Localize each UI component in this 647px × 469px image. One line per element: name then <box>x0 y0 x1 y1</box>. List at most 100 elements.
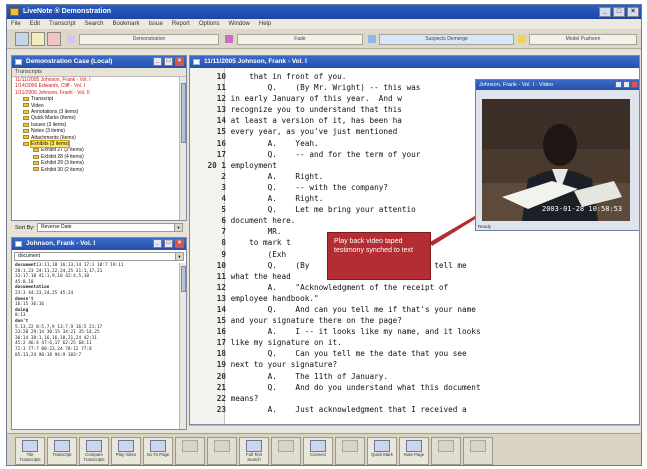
highlight-field[interactable]: Fade <box>237 34 363 45</box>
tab-transcripts[interactable]: Transcripts <box>12 68 186 77</box>
toolbar-icon <box>118 440 134 452</box>
transcript-line[interactable]: 5 Q. Let me bring your attentio <box>206 204 481 215</box>
line-number: 12 <box>216 94 226 104</box>
word-select[interactable]: document ▼ <box>14 252 184 261</box>
transcript-line[interactable]: 15 every year, as you've just mentioned <box>206 126 481 137</box>
transcript-line[interactable]: 2 A. Right. <box>206 171 481 182</box>
menu-edit[interactable]: Edit <box>30 19 40 29</box>
sort-row: Sort By: Reverse Date ▼ <box>11 221 187 235</box>
video-maximize-button[interactable] <box>623 81 630 88</box>
transcript-line[interactable]: 16 A. Yeah. <box>206 138 481 149</box>
video-minimize-button[interactable] <box>615 81 622 88</box>
maximize-button[interactable]: □ <box>613 7 625 17</box>
folder-icon[interactable] <box>31 32 45 46</box>
toolbar-button-label: Quick Mark <box>371 452 393 457</box>
word-list-scrollbar[interactable] <box>179 263 186 429</box>
issue-field[interactable]: Suspects Demerge <box>379 34 514 45</box>
panel-minimize-button[interactable]: _ <box>153 57 162 66</box>
go-to-page-button[interactable]: Go To Page <box>143 437 173 465</box>
case-tree-scrollbar[interactable] <box>179 77 186 220</box>
minimize-button[interactable]: _ <box>599 7 611 17</box>
tile-transcripts-button[interactable]: Tile Transcripts <box>15 437 45 465</box>
transcript-line[interactable]: 18 Q. Can you tell me the date that you … <box>206 348 481 359</box>
transcript-line[interactable]: 4 A. Right. <box>206 193 481 204</box>
connect-button[interactable]: Connect <box>303 437 333 465</box>
quick-mark-button[interactable]: Quick Mark <box>367 437 397 465</box>
compare-transcripts-button[interactable]: Compare Transcripts <box>79 437 109 465</box>
note-page-button[interactable]: Note Page <box>399 437 429 465</box>
menu-transcript[interactable]: Transcript <box>49 19 75 29</box>
panel-maximize-button[interactable]: □ <box>164 239 173 248</box>
chevron-down-icon[interactable]: ▼ <box>175 253 183 260</box>
transcript-button[interactable]: Transcript <box>47 437 77 465</box>
transcript-line[interactable]: 14 Q. And can you tell me if that's your… <box>206 304 481 315</box>
panel-close-button[interactable]: × <box>175 239 184 248</box>
menu-file[interactable]: File <box>11 19 21 29</box>
toolbar-icon <box>246 440 262 452</box>
transcript-line[interactable]: 3 Q. -- with the company? <box>206 182 481 193</box>
panel-close-button[interactable]: × <box>175 57 184 66</box>
transcript-line[interactable]: 11 Q. (By Mr. Wright) -- this was <box>206 82 481 93</box>
video-window[interactable]: Johnson, Frank - Vol. I - Video 2003-01-… <box>475 79 639 231</box>
play-video-button[interactable]: Play Video <box>111 437 141 465</box>
panel-maximize-button[interactable]: □ <box>164 57 173 66</box>
case-panel-header: Demonstration Case (Local) _ □ × <box>12 56 186 68</box>
transcript-line[interactable]: 16 A. I -- it looks like my name, and it… <box>206 326 481 337</box>
tree-item-label: Exhibit 30 (2 items) <box>41 166 84 173</box>
transcript-line[interactable]: 22 means? <box>206 393 481 404</box>
toolbar-button-label: Transcript <box>52 452 72 457</box>
transcript-line[interactable]: 20 A. The 11th of January. <box>206 371 481 382</box>
transcript-line[interactable]: 19 next to your signature? <box>206 359 481 370</box>
video-close-button[interactable] <box>631 81 638 88</box>
word-panel-title: Johnson, Frank - Vol. I <box>26 240 96 247</box>
line-text: (Exh <box>230 249 287 259</box>
tree-item[interactable]: Exhibit 30 (2 items) <box>15 167 186 173</box>
toolbar-icon <box>182 440 198 452</box>
open-case-icon[interactable] <box>15 32 29 46</box>
transcript-line[interactable]: 17 like my signature on it. <box>206 337 481 348</box>
transcript-line[interactable]: 20 1 employment <box>206 160 481 171</box>
index-refs: 23:20 29:14 30:15 34:21 35:14,25 <box>15 330 100 336</box>
note-field[interactable]: Model Pusheen <box>529 34 637 45</box>
panel-minimize-button[interactable]: _ <box>153 239 162 248</box>
tree-item-label: Video <box>31 102 44 109</box>
transcript-line[interactable]: 14 at least a version of it, has been ha <box>206 115 481 126</box>
transcript-line[interactable]: 6 document here. <box>206 215 481 226</box>
menu-options[interactable]: Options <box>199 19 220 29</box>
line-number: 11 <box>216 83 226 93</box>
menu-search[interactable]: Search <box>84 19 103 29</box>
transcript-line[interactable]: 13 recognize you to understand that this <box>206 104 481 115</box>
transcript-line[interactable]: 12 A. "Acknowledgment of the receipt of <box>206 282 481 293</box>
scrollbar-thumb[interactable] <box>181 83 186 143</box>
transcript-line[interactable]: 13 employee handbook." <box>206 293 481 304</box>
index-refs: 8:13 <box>15 313 26 319</box>
index-word: doesn't <box>15 296 34 302</box>
transcript-horizontal-scrollbar[interactable] <box>189 425 640 432</box>
menu-bookmark[interactable]: Bookmark <box>112 19 139 29</box>
tree-item-label: Exhibits (3 items) <box>29 140 71 149</box>
transcript-line[interactable]: 10 that in front of you. <box>206 71 481 82</box>
sort-label: Sort By: <box>15 225 35 231</box>
tree-item-label: Exhibit 27 (2 items) <box>41 147 84 154</box>
tools-icon[interactable] <box>47 32 61 46</box>
full-text-search-button[interactable]: Full Text Search <box>239 437 269 465</box>
transcript-line[interactable]: 15 and your signature there on the page? <box>206 315 481 326</box>
transcript-line[interactable]: 12 in early January of this year. And w <box>206 93 481 104</box>
line-number: 20 1 <box>207 160 226 170</box>
case-field[interactable]: Demonstration <box>79 34 219 45</box>
scrollbar-thumb[interactable] <box>181 266 186 292</box>
word-index-entry[interactable]: 85:13,24 90:18 94:9 103:7 <box>15 353 186 359</box>
disabled-button <box>271 437 301 465</box>
close-button[interactable]: × <box>627 7 639 17</box>
sort-select[interactable]: Reverse Date ▼ <box>37 223 183 232</box>
chevron-down-icon[interactable]: ▼ <box>174 224 182 231</box>
menu-help[interactable]: Help <box>259 19 271 29</box>
menu-window[interactable]: Window <box>229 19 250 29</box>
transcript-line[interactable]: 17 Q. -- and for the term of your <box>206 149 481 160</box>
menu-issue[interactable]: Issue <box>149 19 163 29</box>
transcript-line[interactable]: 21 Q. And do you understand what this do… <box>206 382 481 393</box>
transcript-line[interactable]: 23 A. Just acknowledgment that I receive… <box>206 404 481 415</box>
toolbar-icon <box>150 440 166 452</box>
line-text: means? <box>230 393 259 403</box>
menu-report[interactable]: Report <box>172 19 190 29</box>
